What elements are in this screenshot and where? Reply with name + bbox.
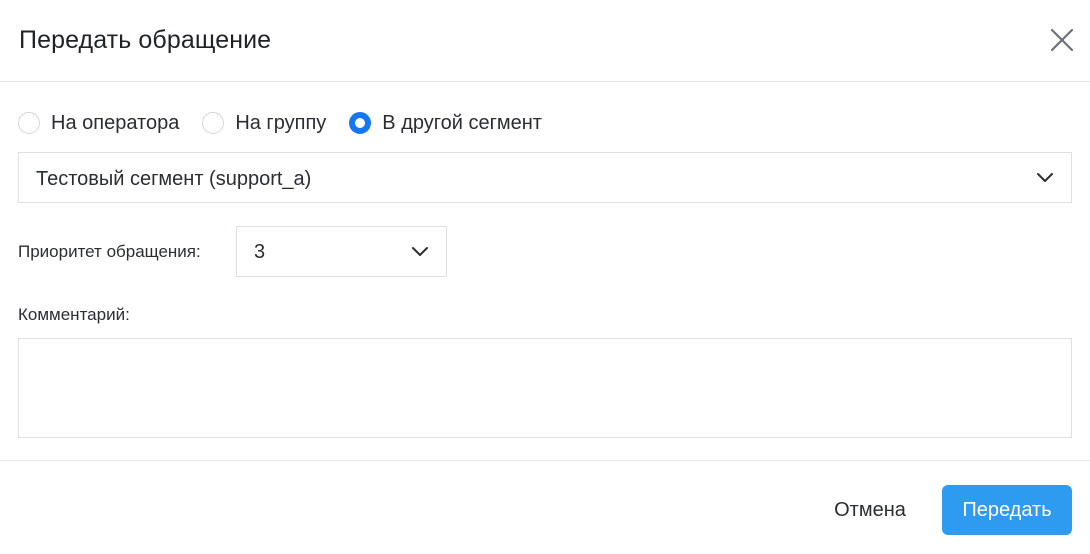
radio-circle[interactable] bbox=[202, 112, 225, 134]
segment-select[interactable]: Тестовый сегмент (support_a) bbox=[18, 152, 1072, 203]
close-icon bbox=[1050, 28, 1074, 52]
transfer-dialog: Передать обращение На оператора На групп… bbox=[0, 0, 1090, 554]
radio-label: В другой сегмент bbox=[382, 111, 542, 134]
comment-label: Комментарий: bbox=[18, 305, 130, 324]
cancel-button[interactable]: Отмена bbox=[816, 485, 924, 535]
radio-label: На группу bbox=[235, 111, 327, 134]
chevron-down-icon bbox=[1037, 173, 1053, 182]
priority-select-value: 3 bbox=[254, 241, 266, 263]
radio-to-segment[interactable]: В другой сегмент bbox=[349, 112, 542, 135]
radio-circle-checked[interactable] bbox=[349, 112, 372, 134]
close-button[interactable] bbox=[1048, 26, 1076, 54]
radio-to-operator[interactable]: На оператора bbox=[18, 112, 179, 135]
priority-select[interactable]: 3 bbox=[236, 226, 447, 277]
transfer-type-radio-group: На оператора На группу В другой сегмент bbox=[18, 110, 542, 136]
comment-textarea[interactable] bbox=[18, 338, 1072, 438]
radio-circle[interactable] bbox=[18, 112, 40, 134]
dialog-title: Передать обращение bbox=[19, 26, 272, 54]
radio-label: На оператора bbox=[51, 111, 180, 134]
segment-select-value: Тестовый сегмент (support_a) bbox=[36, 168, 312, 190]
submit-button[interactable]: Передать bbox=[942, 485, 1072, 535]
dialog-footer: Отмена Передать bbox=[0, 460, 1090, 554]
priority-label: Приоритет обращения: bbox=[18, 242, 201, 261]
dialog-header: Передать обращение bbox=[0, 0, 1090, 82]
radio-to-group[interactable]: На группу bbox=[202, 112, 326, 135]
chevron-down-icon bbox=[412, 247, 428, 256]
